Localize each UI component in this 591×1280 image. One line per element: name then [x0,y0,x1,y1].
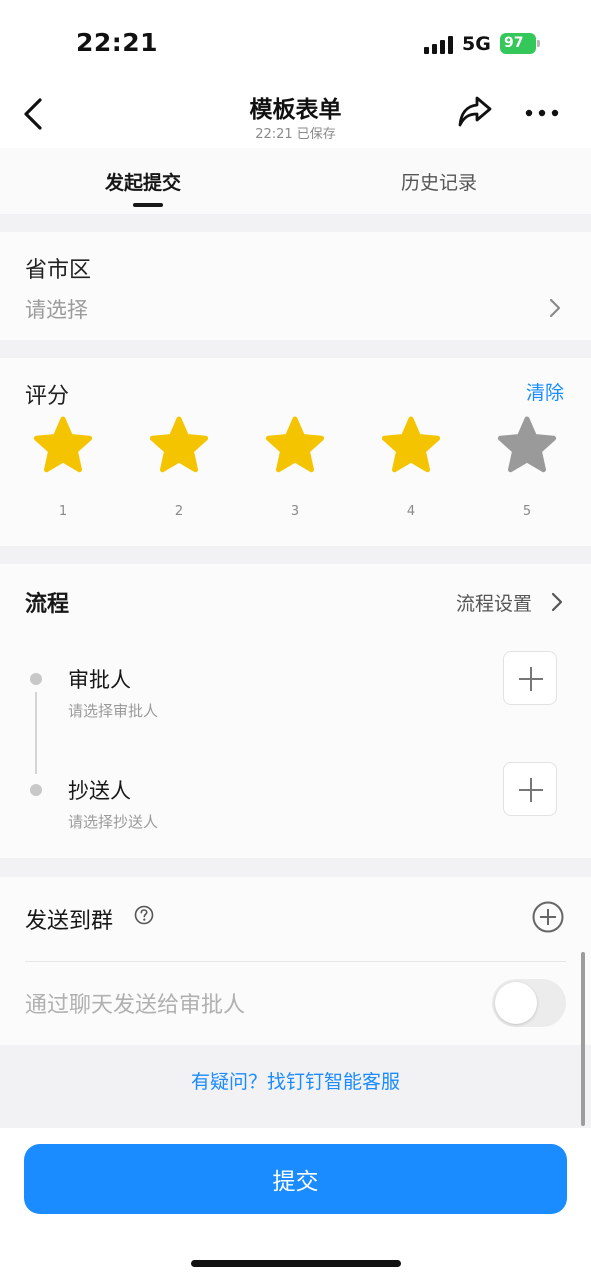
customer-service-link[interactable]: 有疑问？找钉钉智能客服 [0,1067,591,1094]
status-time: 22:21 [76,28,159,57]
more-button[interactable] [520,98,564,128]
star-label-5: 5 [522,504,532,519]
flow-settings-link[interactable]: 流程设置 [456,589,532,616]
flow-title: 流程 [25,592,70,617]
signal-icon [424,36,454,54]
add-cc-button[interactable] [503,762,557,816]
plus-icon [519,667,543,691]
star-icon-4[interactable] [381,416,441,476]
star-label-2: 2 [174,504,184,519]
chevron-right-icon [549,298,561,318]
divider [25,961,566,962]
approver-label: 审批人 [68,668,131,692]
network-label: 5G [462,33,491,55]
share-icon [458,96,492,127]
clear-rating-button[interactable]: 清除 [526,378,564,405]
cc-hint: 请选择抄送人 [68,813,159,831]
help-icon[interactable] [134,905,154,925]
star-label-3: 3 [290,504,300,519]
save-status: 22:21 已保存 [255,127,336,142]
chevron-right-icon [551,592,563,612]
submit-button[interactable]: 提交 [24,1144,567,1214]
flow-connector [35,692,37,774]
star-label-1: 1 [58,504,68,519]
chat-send-label: 通过聊天发送给审批人 [25,993,246,1018]
rating-field: 评分 清除 1 2 3 4 5 [0,358,591,546]
star-icon-5[interactable] [497,416,557,476]
chat-send-toggle[interactable] [492,979,566,1027]
more-icon [525,109,559,117]
region-field[interactable]: 省市区 请选择 [0,232,591,340]
nav-bar: 模板表单 22:21 已保存 [0,84,591,148]
cc-label: 抄送人 [68,779,131,803]
star-icon-3[interactable] [265,416,325,476]
add-approver-button[interactable] [503,651,557,705]
approver-hint: 请选择审批人 [68,702,159,720]
add-group-button[interactable] [532,901,564,933]
tab-history[interactable]: 历史记录 [401,168,477,195]
home-indicator [191,1260,401,1267]
send-group-section: 发送到群 通过聊天发送给审批人 [0,877,591,1045]
tab-submit[interactable]: 发起提交 [105,168,181,195]
scrollbar[interactable] [581,952,585,1126]
star-icon-1[interactable] [33,416,93,476]
star-icon-2[interactable] [149,416,209,476]
approver-step-dot [30,673,42,685]
share-button[interactable] [456,94,494,130]
active-tab-indicator [133,203,163,207]
rating-label: 评分 [25,384,70,409]
battery-icon: 97 [500,33,540,54]
status-bar: 22:21 5G 97 [0,0,591,84]
cc-step-dot [30,784,42,796]
plus-icon [519,778,543,802]
region-placeholder: 请选择 [25,298,88,322]
send-group-label: 发送到群 [25,909,114,934]
form-screen: 22:21 5G 97 模板表单 22:21 已保存 发起提交 历史记录 省市区… [0,0,591,1280]
tab-bar: 发起提交 历史记录 [0,148,591,214]
region-label: 省市区 [25,258,92,283]
flow-section: 流程 流程设置 审批人 请选择审批人 抄送人 请选择抄送人 [0,564,591,858]
battery-level: 97 [504,35,524,51]
star-label-4: 4 [406,504,416,519]
toggle-knob [495,982,537,1024]
bottom-bar: 提交 [0,1128,591,1280]
page-title: 模板表单 [249,97,342,123]
